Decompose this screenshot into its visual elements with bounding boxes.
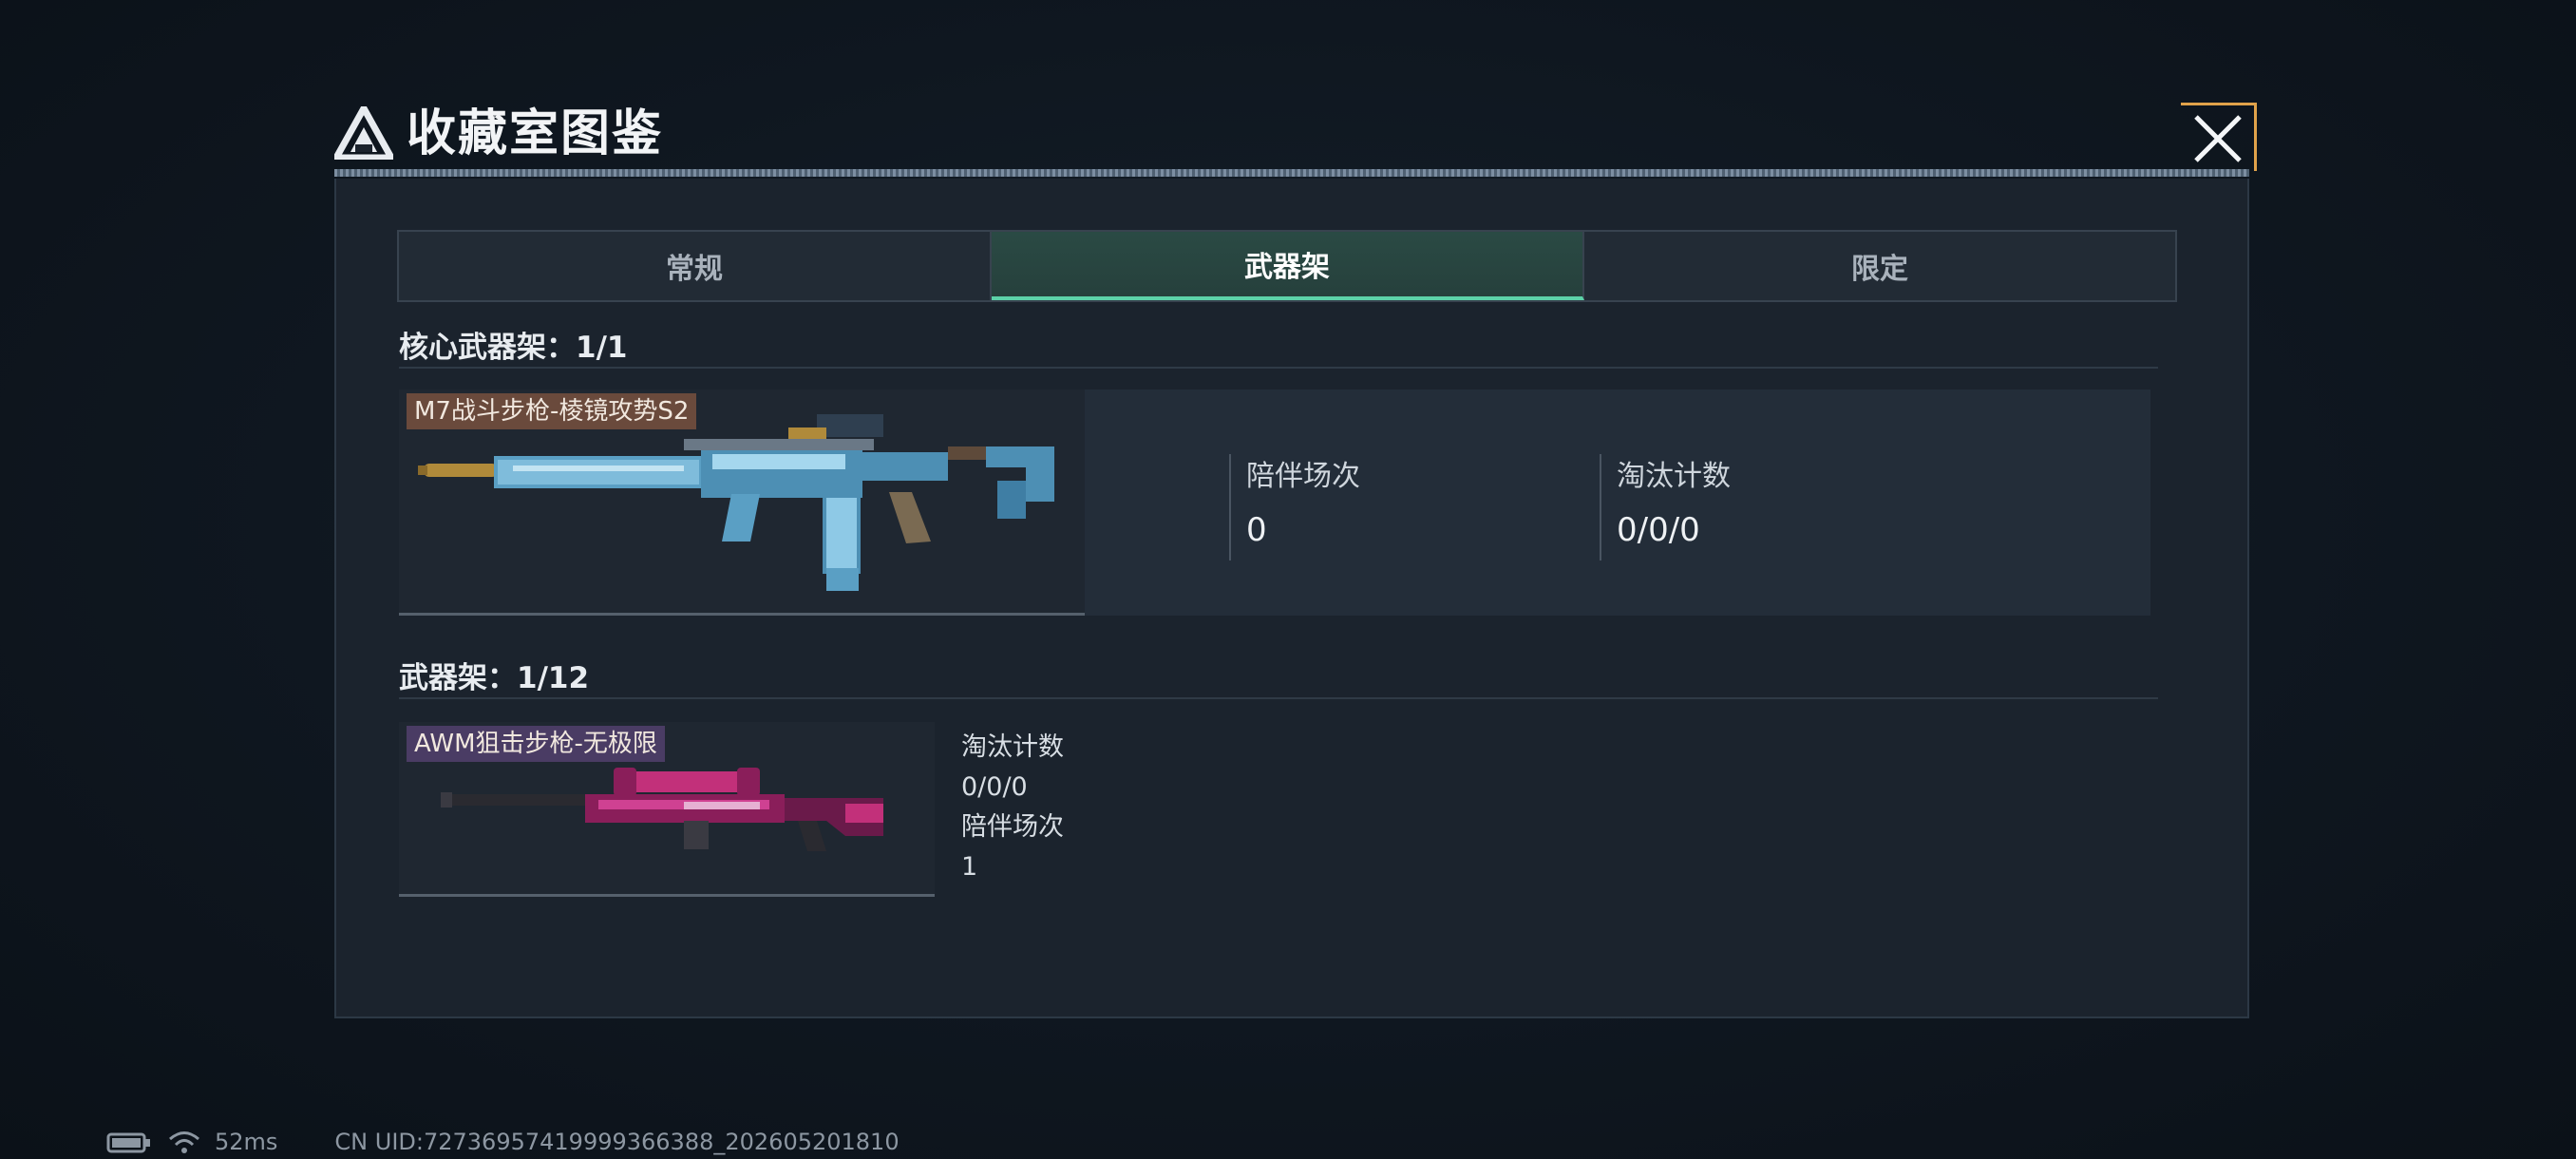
rack-weapon-card[interactable]: AWM狙击步枪-无极限 bbox=[399, 722, 935, 897]
delta-logo-icon bbox=[334, 106, 393, 160]
tab-limited[interactable]: 限定 bbox=[1584, 232, 2175, 300]
uid-text: CN UID:72736957419999366388_202605201810 bbox=[334, 1129, 900, 1155]
stat-label: 陪伴场次 bbox=[961, 812, 1064, 842]
stat-label: 淘汰计数 bbox=[1617, 460, 1731, 493]
ping-value: 52ms bbox=[215, 1129, 278, 1155]
stat-divider bbox=[1229, 454, 1231, 560]
core-stat-companion: 陪伴场次 0 bbox=[1246, 452, 1360, 549]
stat-value: 0 bbox=[1246, 511, 1267, 549]
modal-title: 收藏室图鉴 bbox=[407, 105, 664, 162]
wifi-icon bbox=[169, 1131, 199, 1153]
weapon-rack-header: 武器架：1/12 bbox=[399, 661, 590, 695]
stat-value: 0/0/0 bbox=[1617, 511, 1700, 549]
battery-icon bbox=[106, 1132, 150, 1153]
modal-title-bar: 收藏室图鉴 bbox=[334, 95, 2249, 179]
core-weapon-name: M7战斗步枪-棱镜攻势S2 bbox=[407, 393, 697, 429]
close-button[interactable] bbox=[2181, 103, 2257, 171]
game-screen: 收藏室图鉴 常规 武器架 限定 核心武器架：1/1 M7战斗步枪-棱镜攻势S2 … bbox=[0, 0, 2576, 1159]
stat-divider bbox=[1600, 454, 1601, 560]
title-divider bbox=[334, 169, 2249, 177]
stat-label: 陪伴场次 bbox=[1246, 460, 1360, 493]
weapon-rack-divider bbox=[399, 697, 2158, 699]
core-rack-header: 核心武器架：1/1 bbox=[399, 331, 628, 365]
tab-regular[interactable]: 常规 bbox=[399, 232, 992, 300]
rack-weapon-name: AWM狙击步枪-无极限 bbox=[407, 726, 665, 762]
stat-label: 淘汰计数 bbox=[961, 732, 1064, 762]
core-rack-divider bbox=[399, 367, 2158, 369]
rack-weapon-stats: 淘汰计数 0/0/0 陪伴场次 1 bbox=[961, 728, 1064, 887]
close-icon bbox=[2193, 114, 2242, 162]
stat-value: 0/0/0 bbox=[961, 772, 1028, 802]
tab-weapon-rack[interactable]: 武器架 bbox=[992, 232, 1584, 300]
core-stat-eliminations: 淘汰计数 0/0/0 bbox=[1617, 452, 1731, 549]
status-footer: 52ms CN UID:72736957419999366388_2026052… bbox=[106, 1129, 900, 1155]
core-weapon-card[interactable]: M7战斗步枪-棱镜攻势S2 陪伴场次 0 淘汰计数 0/0/0 bbox=[399, 390, 2150, 616]
stat-value: 1 bbox=[961, 852, 978, 882]
category-tabs: 常规 武器架 限定 bbox=[397, 230, 2177, 302]
